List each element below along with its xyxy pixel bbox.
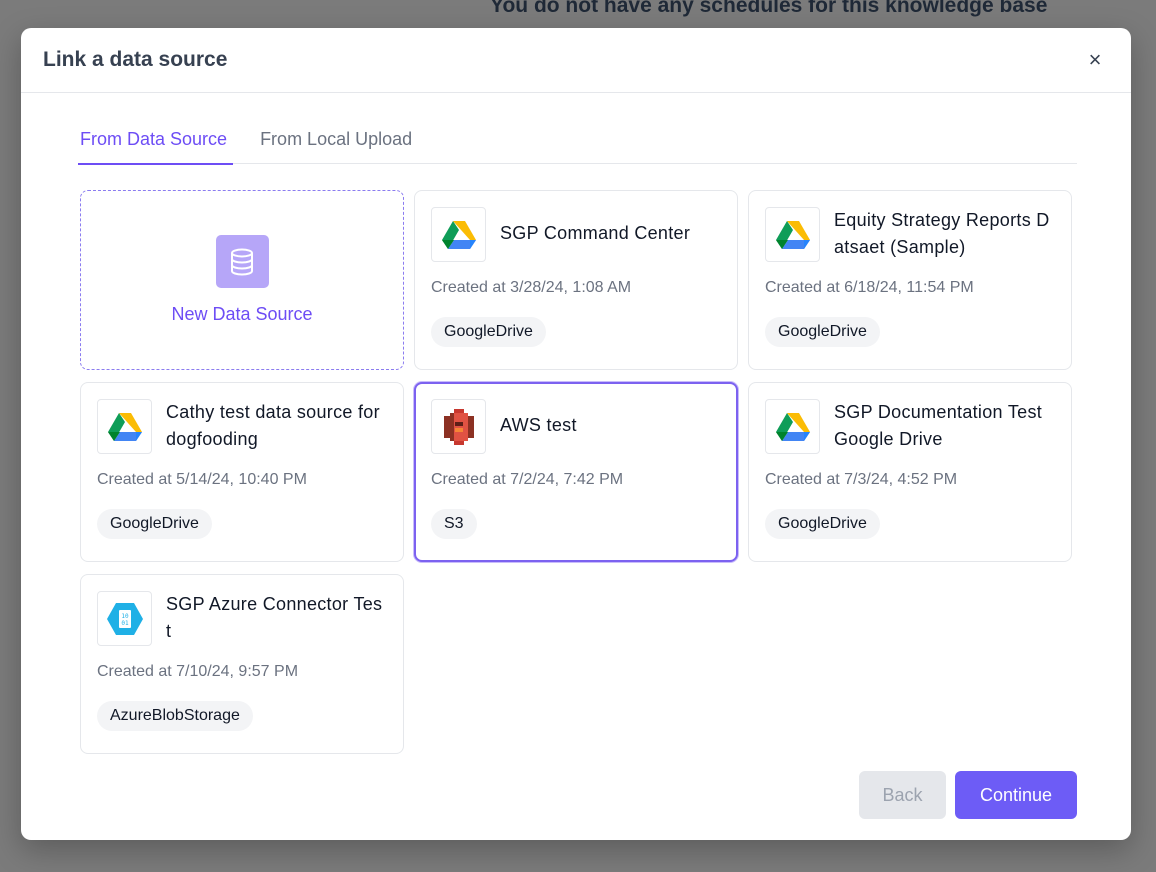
close-icon: × [1088, 47, 1102, 72]
data-source-created: Created at 3/28/24, 1:08 AM [431, 279, 632, 296]
data-source-card[interactable]: Equity Strategy Reports Datsaet (Sample)… [748, 190, 1072, 370]
new-data-source-label: New Data Source [171, 304, 313, 324]
data-source-name: SGP Command Center [500, 223, 691, 243]
data-source-name: AWS test [500, 415, 577, 435]
data-source-card[interactable]: SGP Command Center Created at 3/28/24, 1… [414, 190, 738, 370]
close-button[interactable]: × [1079, 44, 1111, 76]
google-drive-icon [97, 399, 152, 454]
data-source-created: Created at 7/3/24, 4:52 PM [765, 471, 958, 488]
back-button[interactable]: Back [859, 771, 946, 819]
tab-bar: From Data Source From Local Upload [77, 123, 1077, 165]
data-source-card[interactable]: Cathy test data source for dogfooding Cr… [80, 382, 404, 562]
modal-title: Link a data source [43, 48, 228, 71]
data-source-created: Created at 6/18/24, 11:54 PM [765, 279, 974, 296]
data-source-type-badge: GoogleDrive [765, 317, 880, 347]
database-icon [215, 235, 269, 288]
new-data-source-card[interactable]: New Data Source [80, 190, 404, 370]
background-heading: You do not have any schedules for this k… [490, 0, 1048, 17]
data-source-created: Created at 7/10/24, 9:57 PM [97, 663, 299, 680]
google-drive-icon [431, 207, 486, 262]
data-source-name: SGP Azure Connector Test [166, 594, 383, 641]
data-source-grid: New Data Source SGP Command Center Creat… [80, 190, 1072, 754]
data-source-card-selected[interactable]: AWS test Created at 7/2/24, 7:42 PM S3 [414, 382, 738, 562]
google-drive-icon [765, 207, 820, 262]
continue-button[interactable]: Continue [955, 771, 1077, 819]
aws-s3-icon [431, 399, 486, 454]
data-source-type-badge: S3 [431, 509, 477, 539]
data-source-created: Created at 5/14/24, 10:40 PM [97, 471, 307, 488]
data-source-name: Equity Strategy Reports Datsaet (Sample) [834, 210, 1050, 257]
svg-text:01: 01 [121, 620, 129, 627]
data-source-type-badge: GoogleDrive [97, 509, 212, 539]
google-drive-icon [765, 399, 820, 454]
data-source-type-badge: GoogleDrive [431, 317, 546, 347]
data-source-created: Created at 7/2/24, 7:42 PM [431, 471, 624, 488]
modal-header: Link a data source × [21, 28, 1131, 93]
data-source-type-badge: AzureBlobStorage [97, 701, 253, 731]
data-source-name: SGP Documentation Test Google Drive [834, 402, 1043, 449]
svg-text:10: 10 [121, 613, 129, 620]
tab-from-local-upload[interactable]: From Local Upload [260, 123, 412, 164]
data-source-name: Cathy test data source for dogfooding [166, 402, 380, 449]
tab-from-data-source[interactable]: From Data Source [77, 123, 234, 165]
link-data-source-modal: Link a data source × From Data Source Fr… [21, 28, 1131, 840]
data-source-card[interactable]: 10 01 SGP Azure Connector Test Created a… [80, 574, 404, 754]
azure-blob-icon: 10 01 [97, 591, 152, 646]
data-source-card[interactable]: SGP Documentation Test Google Drive Crea… [748, 382, 1072, 562]
data-source-type-badge: GoogleDrive [765, 509, 880, 539]
